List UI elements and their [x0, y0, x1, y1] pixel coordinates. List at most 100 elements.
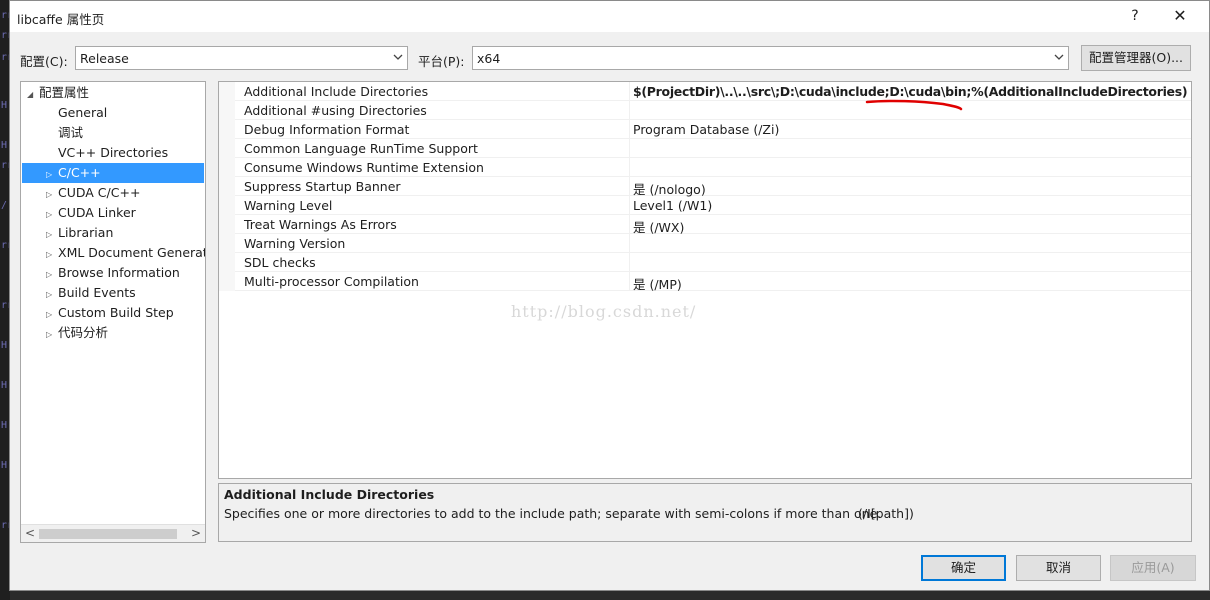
- description-switch: (/I[path]): [858, 506, 914, 521]
- tree-item[interactable]: VC++ Directories: [46, 143, 168, 163]
- column-divider: [629, 82, 630, 101]
- expand-icon[interactable]: ▷: [46, 325, 58, 345]
- property-name: Warning Level: [244, 198, 333, 213]
- tree-item[interactable]: ▷ CUDA Linker: [46, 203, 136, 223]
- collapse-icon[interactable]: ◢: [27, 85, 39, 105]
- red-underline-annotation: [865, 99, 963, 111]
- column-divider: [629, 158, 630, 177]
- expand-icon[interactable]: ▷: [46, 245, 58, 265]
- row-gutter: [219, 272, 235, 291]
- expand-icon[interactable]: ▷: [46, 185, 58, 205]
- expand-icon[interactable]: ▷: [46, 165, 58, 185]
- apply-button[interactable]: 应用(A): [1110, 555, 1196, 581]
- tree-item-label: General: [58, 105, 108, 120]
- tree-item-label: CUDA Linker: [58, 205, 136, 220]
- help-button[interactable]: ?: [1124, 5, 1146, 27]
- expand-icon[interactable]: ▷: [46, 225, 58, 245]
- row-gutter: [219, 253, 235, 272]
- property-name: Additional #using Directories: [244, 103, 427, 118]
- tree-item-label: Custom Build Step: [58, 305, 174, 320]
- tree-item-label: 代码分析: [58, 325, 109, 340]
- title-bar: libcaffe 属性页 ? ✕: [10, 1, 1209, 32]
- tree-item-label: VC++ Directories: [58, 145, 169, 160]
- property-value[interactable]: Level1 (/W1): [633, 198, 712, 213]
- tree-item[interactable]: ▷ Custom Build Step: [46, 303, 174, 323]
- row-gutter: [219, 234, 235, 253]
- platform-label: 平台(P):: [418, 54, 465, 69]
- scrollbar-thumb[interactable]: [39, 529, 177, 539]
- tree-item[interactable]: ▷ Build Events: [46, 283, 136, 303]
- tree-item-label: 调试: [58, 125, 84, 140]
- platform-value: x64: [477, 51, 501, 66]
- row-gutter: [219, 196, 235, 215]
- property-row[interactable]: Warning Level Level1 (/W1): [219, 196, 1191, 215]
- tree-item-label: XML Document Generat: [58, 245, 206, 260]
- configuration-label: 配置(C):: [20, 54, 68, 69]
- chevron-down-icon: [393, 54, 403, 60]
- property-pages-dialog: libcaffe 属性页 ? ✕ 配置(C): Release 平台(P): x…: [9, 0, 1210, 591]
- property-name: SDL checks: [244, 255, 316, 270]
- column-divider: [629, 234, 630, 253]
- platform-dropdown[interactable]: x64: [472, 46, 1069, 70]
- tree-item[interactable]: ▷ Browse Information: [46, 263, 180, 283]
- tree-item[interactable]: ▷ CUDA C/C++: [46, 183, 140, 203]
- description-panel: Additional Include Directories Specifies…: [218, 483, 1192, 542]
- property-value[interactable]: Program Database (/Zi): [633, 122, 779, 137]
- property-name: Additional Include Directories: [244, 84, 429, 99]
- scroll-right-icon[interactable]: >: [191, 526, 201, 540]
- close-button[interactable]: ✕: [1168, 5, 1192, 27]
- chevron-down-icon: [1054, 54, 1064, 60]
- column-divider: [629, 196, 630, 215]
- tree-item[interactable]: ▷ C/C++: [22, 163, 204, 183]
- property-row[interactable]: Warning Version: [219, 234, 1191, 253]
- tree-item-label: 配置属性: [39, 85, 90, 100]
- configuration-dropdown[interactable]: Release: [75, 46, 408, 70]
- column-divider: [629, 120, 630, 139]
- property-row[interactable]: Suppress Startup Banner 是 (/nologo): [219, 177, 1191, 197]
- ok-button[interactable]: 确定: [921, 555, 1006, 581]
- property-row[interactable]: Treat Warnings As Errors 是 (/WX): [219, 215, 1191, 235]
- property-name: Common Language RunTime Support: [244, 141, 478, 156]
- property-row[interactable]: Debug Information Format Program Database…: [219, 120, 1191, 139]
- description-text: Specifies one or more directories to add…: [224, 506, 882, 521]
- property-tree[interactable]: ◢ 配置属性 General 调试 VC++ Directories ▷ C/C++ ▷ CU…: [20, 81, 206, 543]
- property-row[interactable]: Additional #using Directories: [219, 101, 1191, 120]
- tree-item-label: Build Events: [58, 285, 136, 300]
- row-gutter: [219, 215, 235, 234]
- property-name: Debug Information Format: [244, 122, 410, 137]
- property-name: Consume Windows Runtime Extension: [244, 160, 484, 175]
- property-name: Suppress Startup Banner: [244, 179, 401, 194]
- property-name: Warning Version: [244, 236, 346, 251]
- tree-root-configuration-properties[interactable]: ◢ 配置属性: [27, 83, 89, 103]
- tree-item[interactable]: ▷ Librarian: [46, 223, 113, 243]
- row-gutter: [219, 139, 235, 158]
- column-divider: [629, 272, 630, 291]
- expand-icon[interactable]: ▷: [46, 285, 58, 305]
- tree-item[interactable]: ▷ 代码分析: [46, 323, 108, 343]
- property-row[interactable]: Common Language RunTime Support: [219, 139, 1191, 158]
- tree-item[interactable]: General: [46, 103, 107, 123]
- tree-item[interactable]: ▷ XML Document Generat: [46, 243, 206, 265]
- tree-item-label: Browse Information: [58, 265, 180, 280]
- property-value[interactable]: 是 (/MP): [633, 274, 682, 293]
- tree-item-label: CUDA C/C++: [58, 185, 141, 200]
- expand-icon[interactable]: ▷: [46, 265, 58, 285]
- property-name: Treat Warnings As Errors: [244, 217, 397, 232]
- property-row[interactable]: Multi-processor Compilation 是 (/MP): [219, 272, 1191, 293]
- horizontal-scrollbar[interactable]: < >: [21, 524, 205, 542]
- expand-icon[interactable]: ▷: [46, 205, 58, 225]
- description-title: Additional Include Directories: [224, 487, 435, 502]
- scroll-left-icon[interactable]: <: [25, 526, 35, 540]
- property-grid[interactable]: Additional Include Directories $(ProjectD…: [218, 81, 1192, 479]
- cancel-button[interactable]: 取消: [1016, 555, 1101, 581]
- configuration-manager-button[interactable]: 配置管理器(O)...: [1081, 45, 1191, 71]
- expand-icon[interactable]: ▷: [46, 305, 58, 325]
- row-gutter: [219, 120, 235, 139]
- property-value[interactable]: $(ProjectDir)\..\..\src\;D:\cuda\include…: [633, 84, 1188, 99]
- row-gutter: [219, 101, 235, 120]
- window-title: libcaffe 属性页: [17, 12, 105, 27]
- tree-item[interactable]: 调试: [46, 123, 83, 143]
- property-row[interactable]: Additional Include Directories $(ProjectD…: [219, 82, 1191, 101]
- property-row[interactable]: SDL checks: [219, 253, 1191, 272]
- property-row[interactable]: Consume Windows Runtime Extension: [219, 158, 1191, 177]
